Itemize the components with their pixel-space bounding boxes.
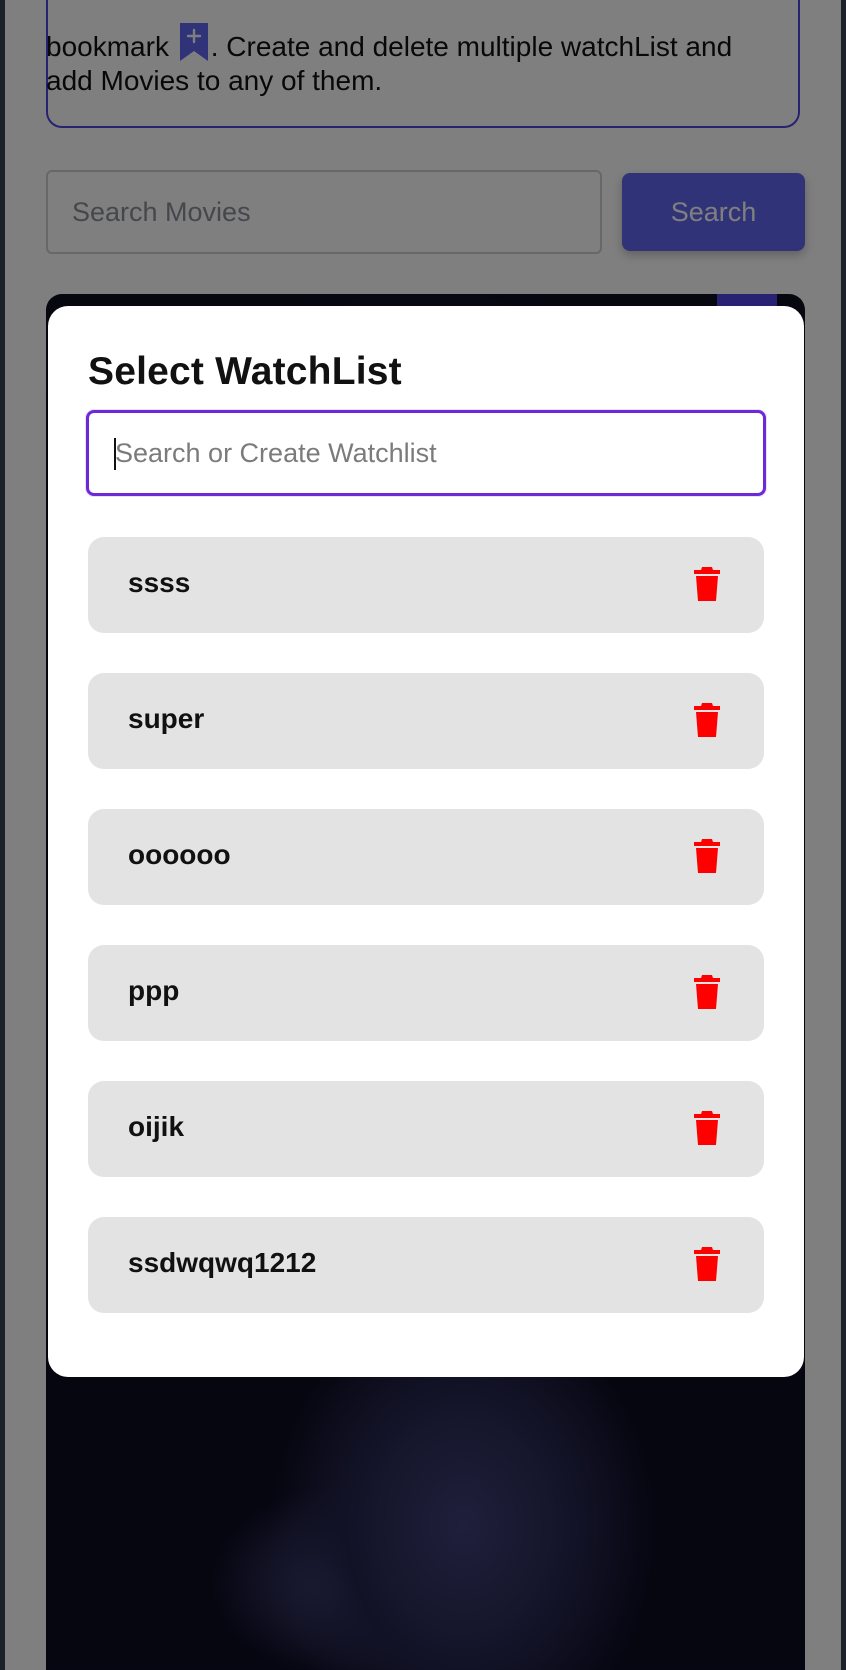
trash-icon[interactable] <box>694 975 720 1009</box>
watchlist-item[interactable]: ssdwqwq1212 <box>88 1217 764 1313</box>
watchlist-name: super <box>128 703 205 734</box>
watchlist-name: oijik <box>128 1111 185 1142</box>
watchlist-item[interactable]: ppp <box>88 945 764 1041</box>
trash-icon[interactable] <box>694 567 720 601</box>
text-caret <box>114 438 116 470</box>
watchlist-name: ssss <box>128 567 191 598</box>
watchlist-name: ssdwqwq1212 <box>128 1247 317 1278</box>
watchlist-item[interactable]: oijik <box>88 1081 764 1177</box>
watchlist-item[interactable]: super <box>88 673 764 769</box>
watchlist-list: ssss super oooooo ppp oijik ssdwqwq1212 <box>88 537 764 1353</box>
watchlist-search-input[interactable] <box>86 410 766 496</box>
watchlist-name: ppp <box>128 975 180 1006</box>
trash-icon[interactable] <box>694 839 720 873</box>
trash-icon[interactable] <box>694 703 720 737</box>
watchlist-item[interactable]: oooooo <box>88 809 764 905</box>
select-watchlist-modal: Select WatchList ssss super oooooo ppp <box>48 306 804 1377</box>
trash-icon[interactable] <box>694 1111 720 1145</box>
watchlist-name: oooooo <box>128 839 231 870</box>
modal-title: Select WatchList <box>88 350 402 393</box>
watchlist-item[interactable]: ssss <box>88 537 764 633</box>
trash-icon[interactable] <box>694 1247 720 1281</box>
